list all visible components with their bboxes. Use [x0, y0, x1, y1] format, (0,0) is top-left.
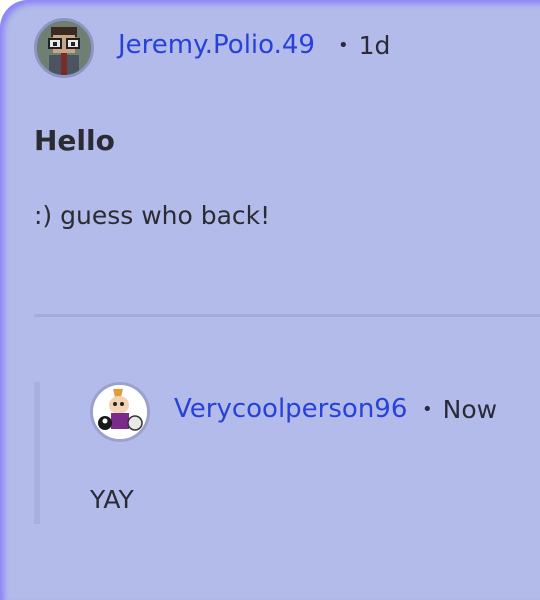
- post-title: Hello: [34, 124, 115, 157]
- reply-body: YAY: [90, 485, 134, 514]
- reply-avatar[interactable]: [90, 382, 150, 442]
- reply-meta: • Now: [422, 395, 497, 424]
- reply-author-link[interactable]: Verycoolperson96: [174, 394, 407, 424]
- reply-thread-line[interactable]: [34, 382, 40, 524]
- avatar-image: [93, 385, 147, 439]
- avatar-image: [37, 21, 91, 75]
- divider: [34, 314, 540, 317]
- reply-time: Now: [442, 395, 498, 424]
- separator-dot: •: [338, 35, 349, 56]
- post-body: :) guess who back!: [34, 201, 271, 230]
- post-time: 1d: [358, 31, 391, 60]
- author-link[interactable]: Jeremy.Polio.49: [118, 30, 315, 60]
- post-meta: • 1d: [338, 31, 390, 60]
- post-card: Jeremy.Polio.49 • 1d Hello :) guess who b…: [0, 0, 540, 600]
- user-avatar[interactable]: [34, 18, 94, 78]
- separator-dot: •: [422, 399, 433, 420]
